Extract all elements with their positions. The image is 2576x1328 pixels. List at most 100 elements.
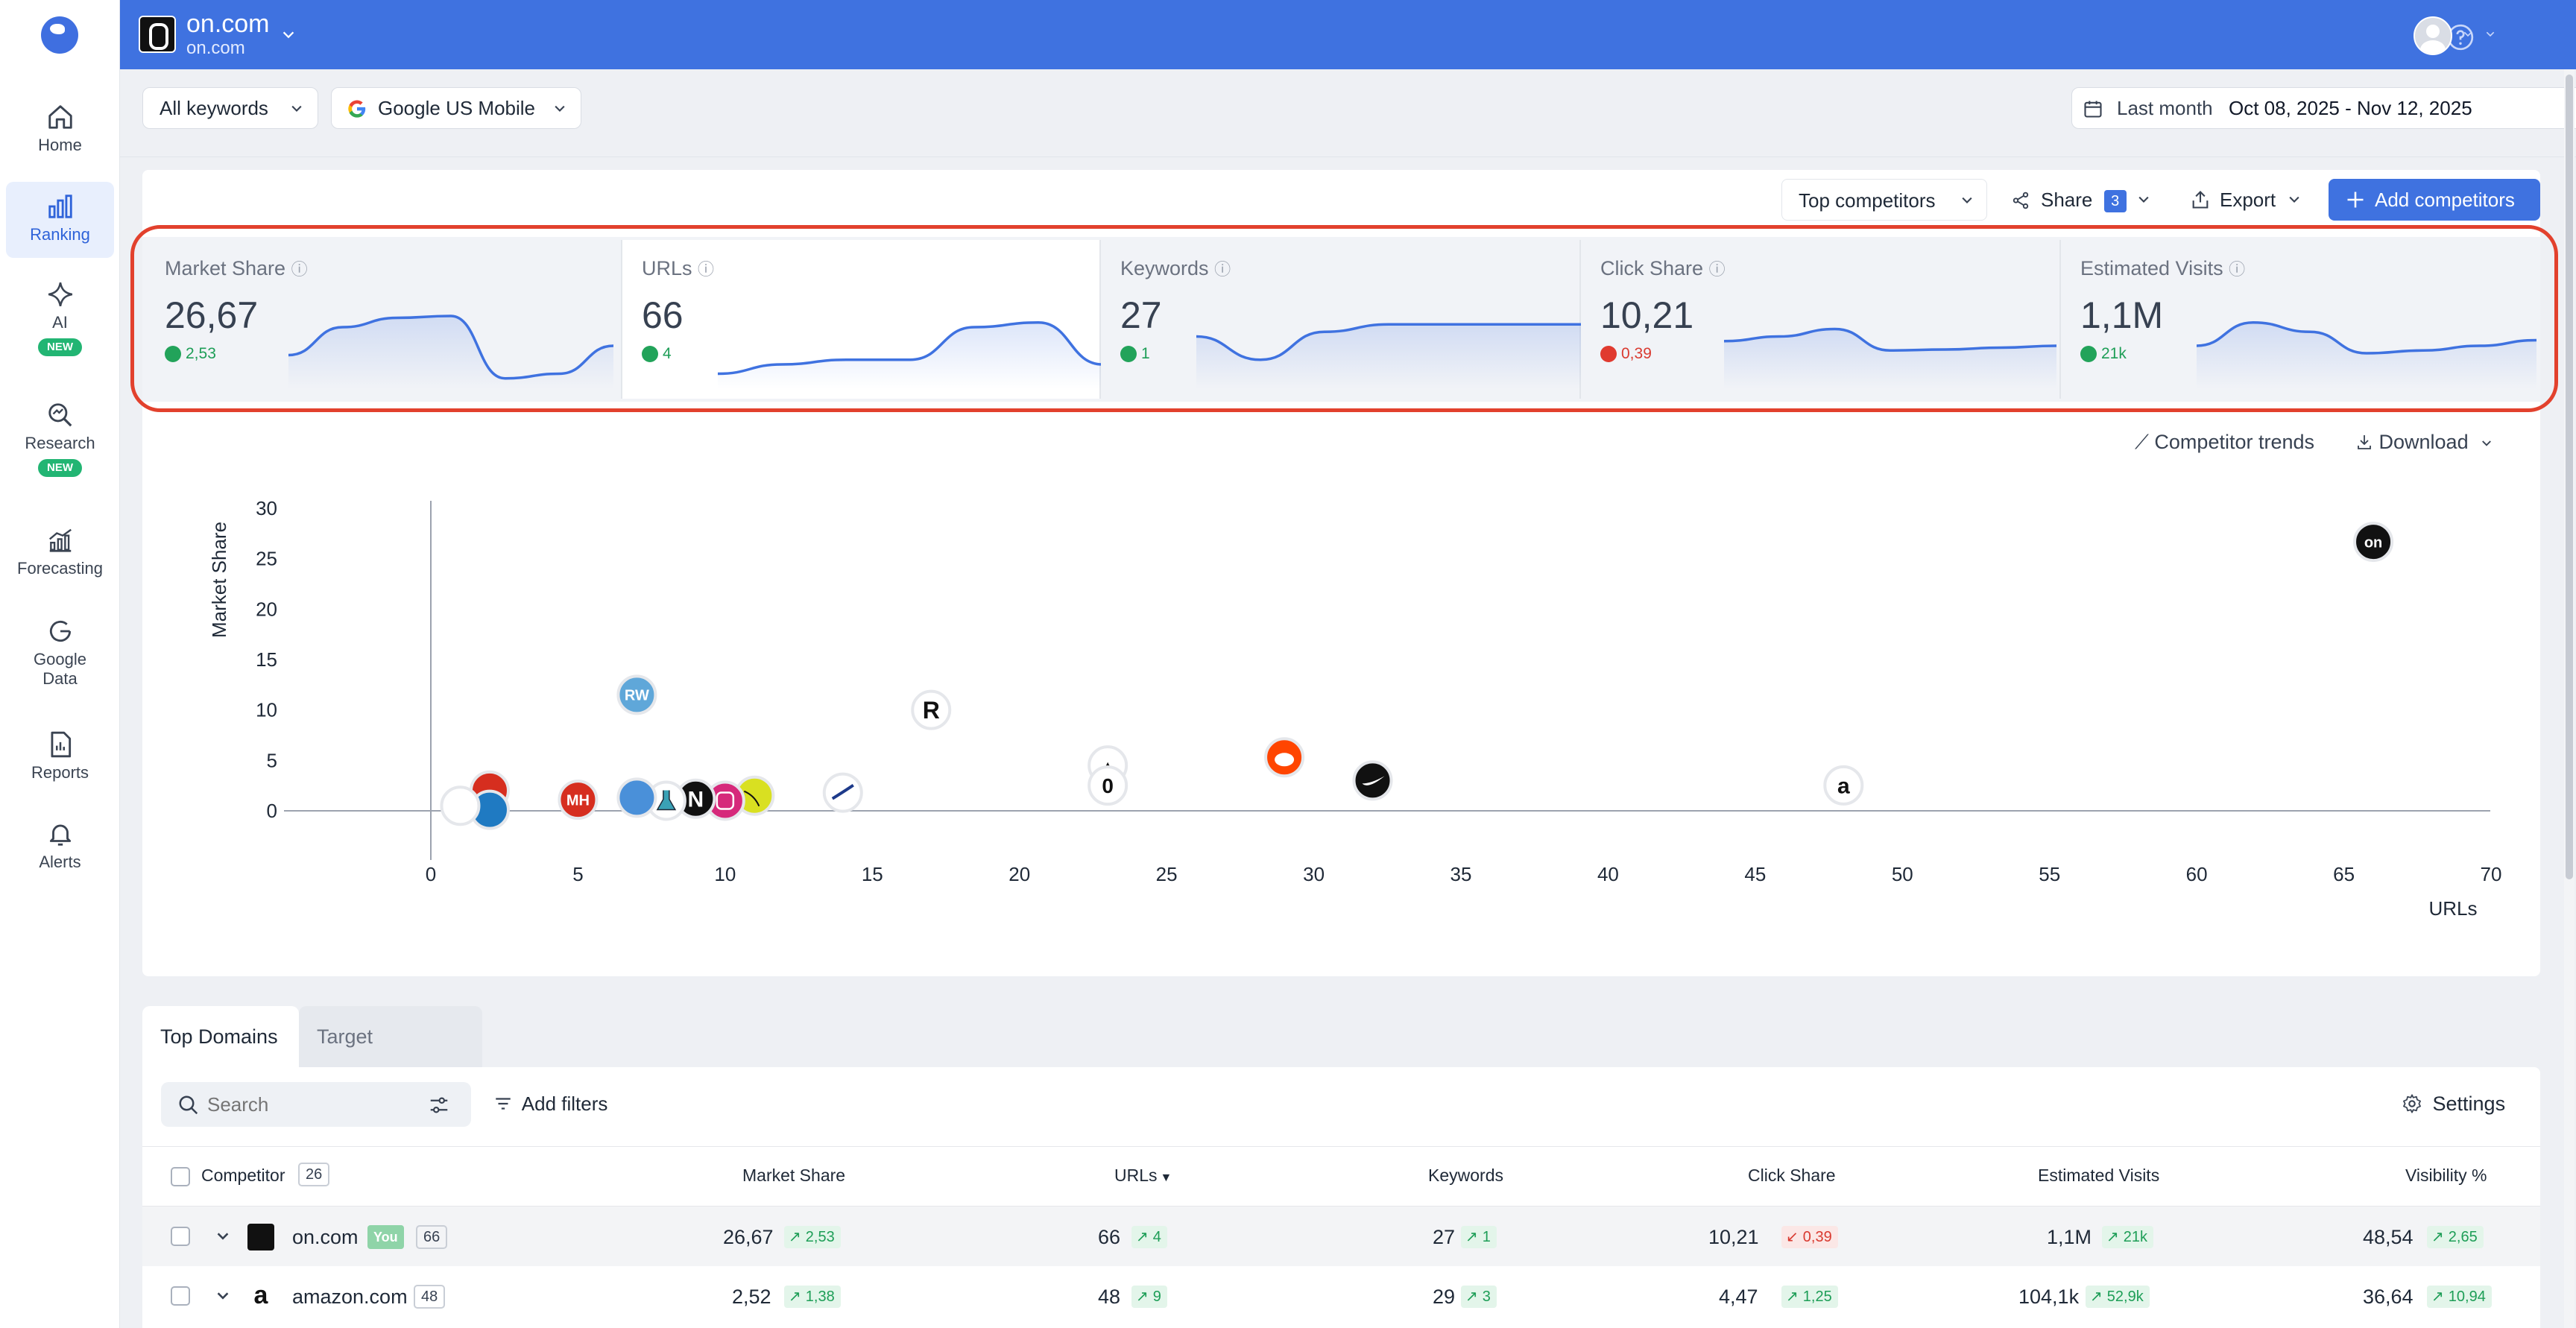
expand-chevron-icon[interactable] xyxy=(215,1288,231,1304)
col-click-share[interactable]: Click Share xyxy=(1748,1166,1836,1186)
data-point-rogue[interactable]: R xyxy=(911,689,952,730)
report-icon xyxy=(50,731,71,758)
nav-alerts[interactable]: Alerts xyxy=(6,820,114,887)
nav-forecasting[interactable]: Forecasting xyxy=(6,526,114,593)
x-tick-label: 40 xyxy=(1597,863,1619,885)
data-point-reddit[interactable] xyxy=(1264,737,1305,778)
site-name[interactable]: on.com xyxy=(186,10,270,37)
row-checkbox[interactable] xyxy=(171,1227,190,1246)
x-tick-label: 65 xyxy=(2333,863,2355,885)
settings-button[interactable]: Settings xyxy=(2402,1093,2505,1116)
x-axis-label: URLs xyxy=(2428,897,2477,920)
delta-chip: ↗ 52,9k xyxy=(2086,1286,2150,1308)
filter-sliders-icon[interactable] xyxy=(428,1094,450,1116)
row-checkbox[interactable] xyxy=(171,1286,190,1306)
trend-line-icon: ⟋ xyxy=(2135,431,2149,453)
expand-chevron-icon[interactable] xyxy=(215,1228,231,1245)
add-competitors-button[interactable]: Add competitors xyxy=(2329,179,2540,221)
settings-label: Settings xyxy=(2432,1093,2506,1115)
chevron-down-icon xyxy=(555,105,565,112)
delta-chip: ↗ 9 xyxy=(1131,1286,1167,1308)
data-point-menshealth[interactable]: MH xyxy=(558,780,599,820)
nav-research[interactable]: Research NEW xyxy=(6,401,114,498)
data-point-amazon-com[interactable]: a xyxy=(1823,765,1864,806)
chevron-down-icon xyxy=(2482,440,2492,446)
search-engine-dropdown[interactable]: Google US Mobile xyxy=(331,87,581,129)
col-keywords[interactable]: Keywords xyxy=(1428,1166,1503,1186)
competitor-trends-button[interactable]: ⟋ Competitor trends xyxy=(2135,431,2314,455)
top-competitors-dropdown[interactable]: Top competitors xyxy=(1781,179,1987,221)
col-competitor[interactable]: Competitor xyxy=(201,1166,285,1186)
delta-chip: ↗ 1 xyxy=(1461,1226,1497,1248)
new-badge: NEW xyxy=(38,459,82,477)
data-point-runnersworld[interactable]: RW xyxy=(616,674,657,715)
data-point-asics[interactable] xyxy=(822,772,863,813)
chevron-down-icon xyxy=(2289,196,2299,203)
scrollbar-thumb[interactable] xyxy=(2566,75,2573,879)
highlight-annotation xyxy=(130,225,2558,412)
bell-icon xyxy=(49,824,71,846)
nav-label: Google Data xyxy=(34,650,86,688)
divider xyxy=(142,1146,2540,1147)
search-box[interactable] xyxy=(161,1082,471,1127)
x-tick-label: 35 xyxy=(1450,863,1472,885)
table-row[interactable] xyxy=(142,1267,2540,1327)
cell-market-share: 2,52 xyxy=(732,1286,771,1308)
date-range-picker[interactable]: Last month Oct 08, 2025 - Nov 12, 2025 xyxy=(2071,87,2576,129)
download-button[interactable]: Download xyxy=(2355,431,2493,454)
col-urls-label: URLs xyxy=(1114,1166,1158,1185)
tab-top-domains[interactable]: Top Domains xyxy=(142,1006,299,1067)
col-visibility[interactable]: Visibility % xyxy=(2405,1166,2487,1186)
data-point-hoka[interactable] xyxy=(616,777,657,818)
data-point-brand-b[interactable]: 0 xyxy=(1087,765,1128,806)
add-filters-label: Add filters xyxy=(521,1093,608,1115)
site-logo-icon xyxy=(139,16,176,53)
nav-reports[interactable]: Reports xyxy=(6,730,114,797)
data-point-on-com[interactable]: on xyxy=(2353,522,2394,563)
col-estimated-visits[interactable]: Estimated Visits xyxy=(2038,1166,2159,1186)
data-point-nike[interactable] xyxy=(1352,760,1393,801)
left-sidebar: Home Ranking AI NEW Research NEW Forecas… xyxy=(0,0,120,1328)
chevron-down-icon xyxy=(1962,197,1972,203)
nav-ai[interactable]: AI NEW xyxy=(6,280,114,377)
add-filters-button[interactable]: Add filters xyxy=(493,1093,607,1116)
data-point-brand-e[interactable] xyxy=(440,785,481,826)
chevron-down-icon[interactable] xyxy=(2462,28,2474,40)
chevron-down-icon[interactable] xyxy=(2484,28,2496,40)
user-avatar[interactable] xyxy=(2414,16,2452,55)
share-button[interactable]: Share 3 xyxy=(1999,179,2157,221)
select-all-checkbox[interactable] xyxy=(171,1167,190,1186)
nav-label: AI xyxy=(52,313,68,332)
x-tick-label: 5 xyxy=(572,863,583,885)
reddit-mark xyxy=(1275,753,1295,767)
cell-visits: 1,1M xyxy=(2047,1226,2092,1248)
sort-desc-icon: ▼ xyxy=(1160,1172,1172,1184)
nav-home[interactable]: Home xyxy=(6,98,114,167)
x-tick-label: 45 xyxy=(1744,863,1766,885)
point-marker xyxy=(1352,760,1393,801)
col-urls[interactable]: URLs ▼ xyxy=(1114,1166,1172,1186)
cell-visibility: 48,54 xyxy=(2363,1226,2414,1248)
point-logo-glyph: R xyxy=(923,697,940,724)
app-logo-icon[interactable] xyxy=(41,16,78,54)
row-domain[interactable]: on.com xyxy=(292,1225,359,1249)
cell-urls: 66 xyxy=(1098,1226,1121,1248)
table-row[interactable] xyxy=(142,1207,2540,1266)
export-button[interactable]: Export xyxy=(2175,179,2309,221)
url-count-badge: 66 xyxy=(416,1225,448,1249)
forecast-icon xyxy=(48,528,72,552)
point-marker xyxy=(616,777,657,818)
row-domain[interactable]: amazon.com xyxy=(292,1285,408,1309)
delta-value: 0,39 xyxy=(1802,1229,1832,1245)
delta-value: 9 xyxy=(1152,1289,1161,1305)
chevron-down-icon[interactable] xyxy=(280,27,297,43)
y-tick-label: 20 xyxy=(256,598,277,620)
keywords-dropdown[interactable]: All keywords xyxy=(142,87,318,129)
search-input[interactable] xyxy=(207,1090,416,1119)
nav-ranking[interactable]: Ranking xyxy=(6,182,114,258)
market-share-scatter-chart: 0 5 10 15 20 25 30 35 40 45 50 55 60 65 70 0 5 10 15 20 25 30… xyxy=(208,497,2501,920)
nav-google-data[interactable]: Google Data xyxy=(6,617,114,706)
col-market-share[interactable]: Market Share xyxy=(742,1166,845,1186)
tab-target-keywords[interactable]: Target Keywords xyxy=(299,1006,482,1109)
filter-lines-icon xyxy=(496,1098,511,1110)
